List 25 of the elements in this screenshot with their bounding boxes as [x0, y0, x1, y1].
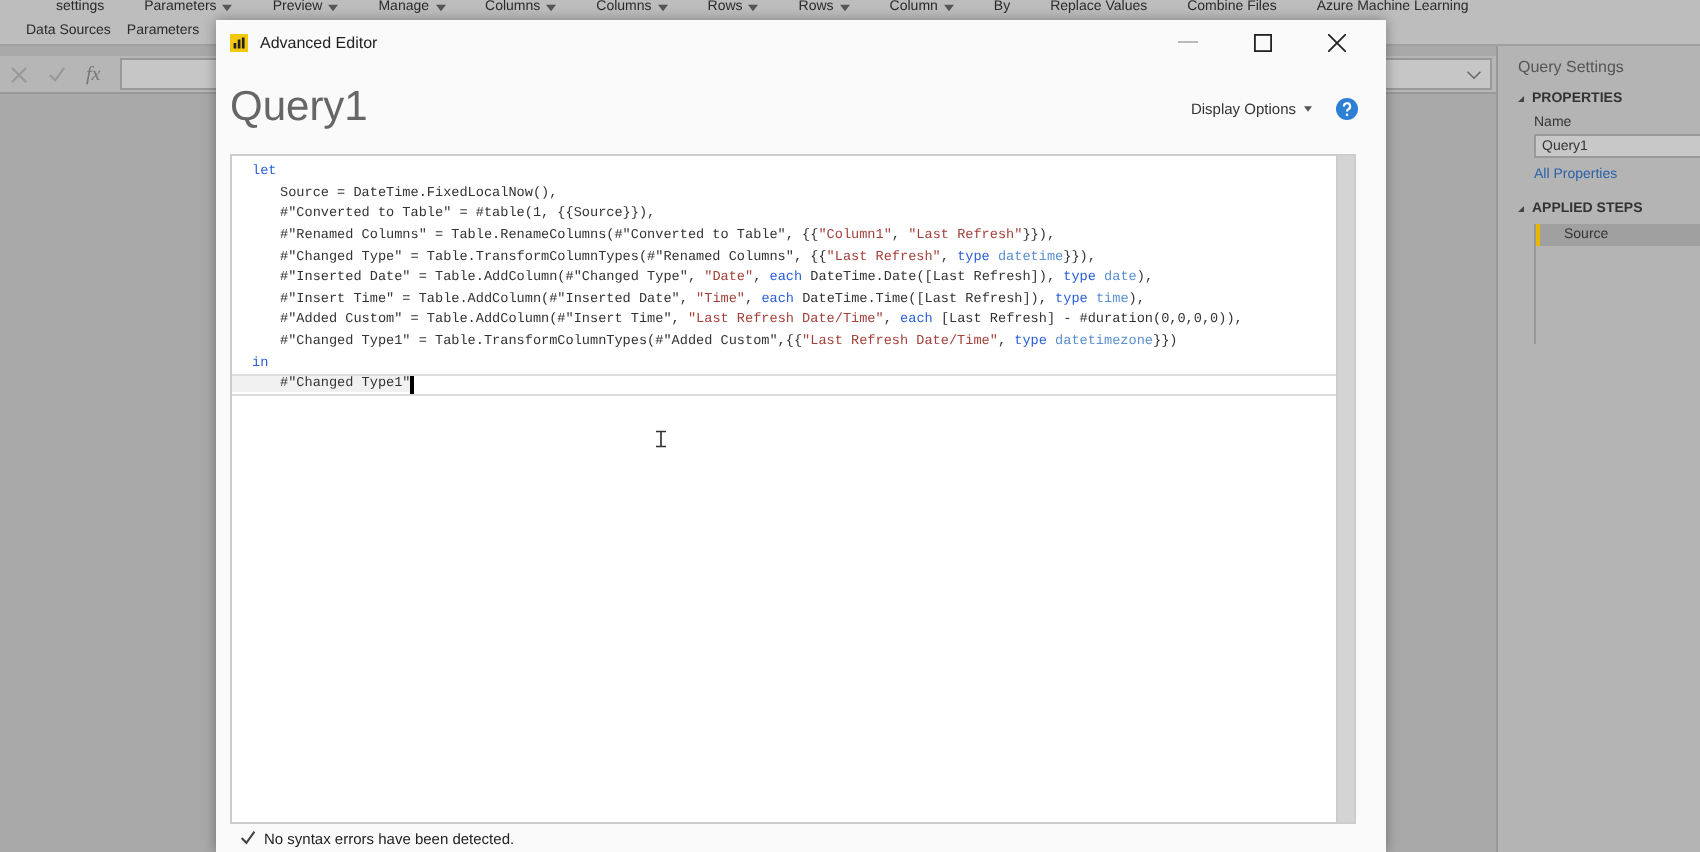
checkmark-icon [240, 830, 256, 846]
close-icon[interactable] [1328, 33, 1346, 51]
caret-icon [328, 4, 339, 12]
caret-icon [839, 4, 850, 12]
chart-logo-icon [230, 33, 248, 51]
help-icon[interactable] [1336, 98, 1358, 120]
caret-icon [748, 4, 759, 12]
scrollbar[interactable] [1336, 156, 1354, 822]
query-title: Query1 [230, 83, 368, 131]
panel-title: Query Settings [1518, 58, 1624, 76]
collapse-icon[interactable] [1518, 206, 1524, 212]
collapse-icon[interactable] [1518, 96, 1524, 102]
code-editor[interactable] [230, 154, 1356, 824]
maximize-icon[interactable] [1254, 33, 1272, 51]
check-icon[interactable] [48, 65, 66, 83]
caret-icon [943, 4, 954, 12]
caret-icon [435, 4, 446, 12]
caret-icon [546, 4, 557, 12]
caret-icon [657, 4, 668, 12]
caret-icon [222, 4, 233, 12]
text-cursor [410, 375, 414, 394]
dialog-title: Advanced Editor [260, 33, 378, 51]
text-cursor-icon [656, 430, 666, 448]
caret-icon [1304, 106, 1312, 112]
chevron-icon [1466, 69, 1482, 79]
